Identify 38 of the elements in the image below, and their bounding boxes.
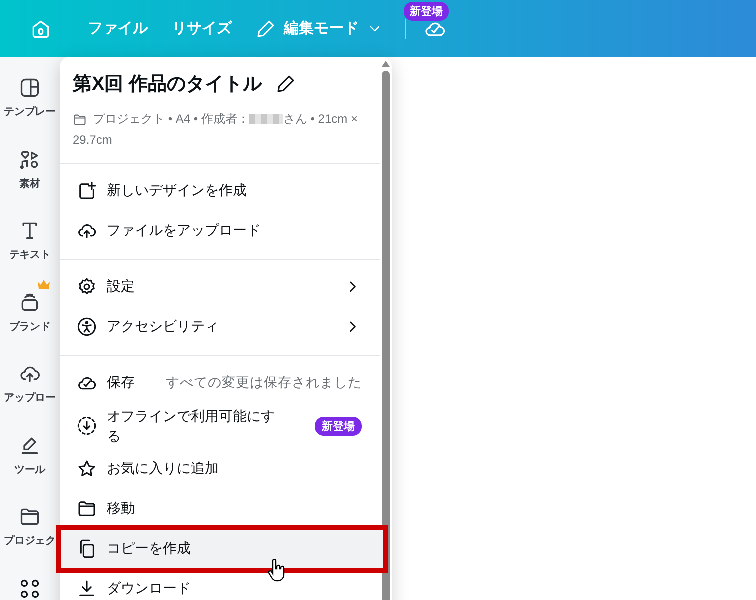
sidebar-item[interactable]: 素材 (0, 148, 60, 220)
menu-item[interactable]: コピーを作成 (60, 529, 384, 569)
sidebar-item[interactable]: ツール (0, 434, 60, 506)
accessibility-icon (77, 317, 97, 337)
menu-item[interactable]: 移動 (60, 489, 380, 529)
menu-item[interactable]: ファイルをアップロード (60, 211, 380, 251)
menu-item[interactable]: 設定 (60, 267, 380, 307)
folder-icon (73, 113, 87, 127)
settings-icon (77, 277, 97, 297)
pencil-icon (256, 18, 276, 38)
sidebar-item[interactable]: テキスト (0, 220, 60, 292)
menu-item[interactable]: お気に入りに追加 (60, 449, 380, 489)
menu-item[interactable]: ダウンロード (60, 569, 380, 600)
star-icon (77, 459, 97, 479)
apps-icon (19, 578, 41, 600)
menu-item[interactable]: 新しいデザインを作成 (60, 171, 380, 211)
pencil-icon (276, 74, 296, 94)
save-status: すべての変更は保存されました (166, 374, 362, 392)
layout-icon (19, 77, 41, 99)
menu-item[interactable]: アクセシビリティ (60, 307, 380, 347)
folder-icon (77, 499, 97, 519)
new-badge: 新登場 (315, 416, 362, 436)
sidebar-item[interactable]: テンプレー (0, 77, 60, 149)
new-badge: 新登場 (404, 2, 449, 20)
add-page-icon (77, 181, 97, 201)
download-icon (77, 579, 97, 599)
design-info: プロジェクト • A4 • 作成者： さん • 21cm × 29.7cm (73, 111, 359, 149)
sidebar-item[interactable]: ブランド (0, 292, 60, 364)
brand-icon (19, 292, 41, 314)
menu-item[interactable]: オフラインで利用可能にする 新登場 (60, 403, 380, 449)
design-title: 第X回 作品のタイトル (73, 73, 262, 97)
sidebar-item[interactable]: アップロー (0, 363, 60, 435)
sidebar-item[interactable]: プロジェク (0, 506, 60, 578)
shapes-icon (19, 148, 41, 171)
hand-cursor-icon (268, 559, 286, 583)
offline-download-icon (77, 416, 97, 436)
scrollbar[interactable] (382, 61, 390, 600)
menu-item[interactable]: 保存 すべての変更は保存されました (60, 363, 380, 403)
